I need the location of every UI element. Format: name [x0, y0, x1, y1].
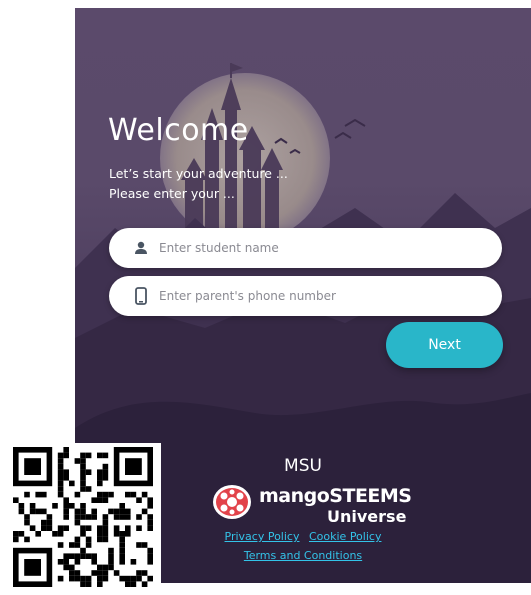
qr-code-image	[13, 447, 153, 587]
student-name-input[interactable]	[159, 241, 479, 255]
welcome-subtitle: Let’s start your adventure ... Please en…	[109, 164, 288, 204]
phone-field[interactable]	[109, 276, 502, 316]
person-icon	[131, 238, 151, 258]
phone-input[interactable]	[159, 289, 479, 303]
terms-link[interactable]: Terms and Conditions	[244, 549, 362, 562]
subtitle-line-2: Please enter your ...	[109, 186, 235, 201]
logo-universe-text: Universe	[327, 507, 407, 526]
next-button[interactable]: Next	[386, 322, 503, 368]
welcome-title: Welcome	[108, 113, 249, 148]
cookie-policy-link[interactable]: Cookie Policy	[309, 530, 381, 543]
logo-brand-text: mangoSTEEMS	[259, 485, 412, 507]
student-name-field[interactable]	[109, 228, 502, 268]
subtitle-line-1: Let’s start your adventure ...	[109, 166, 288, 181]
mangosteems-logo: mangoSTEEMS Universe	[212, 484, 412, 529]
privacy-policy-link[interactable]: Privacy Policy	[225, 530, 300, 543]
phone-icon	[131, 286, 151, 306]
qr-code	[7, 443, 161, 591]
mangosteen-logo-icon	[213, 485, 251, 519]
